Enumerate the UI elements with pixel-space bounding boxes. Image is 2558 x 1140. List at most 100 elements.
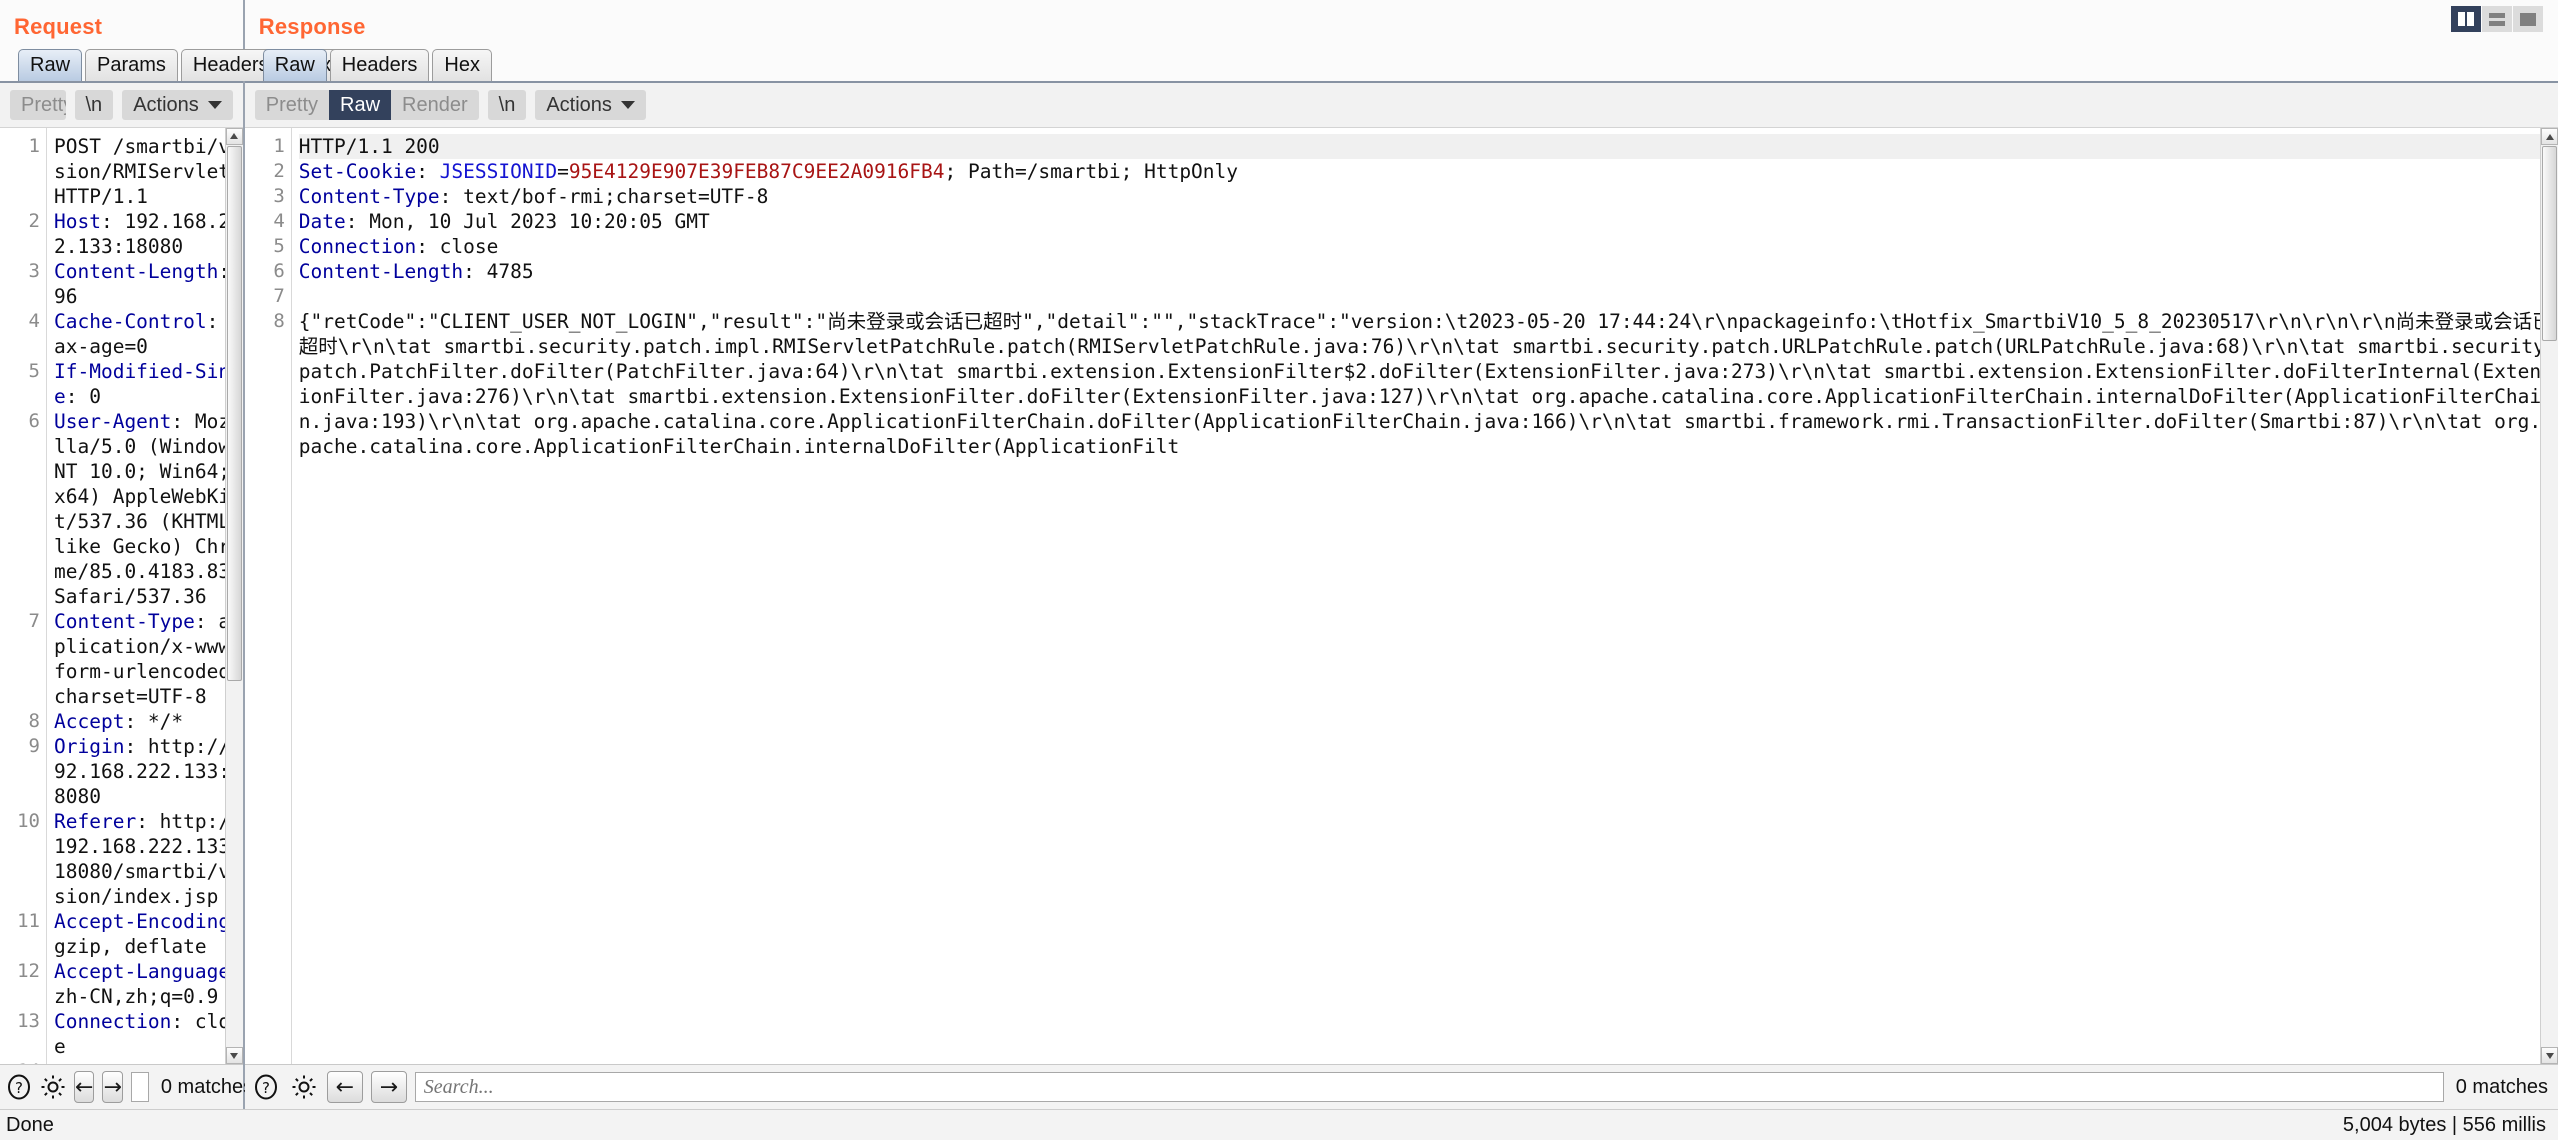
response-scroll-up-arrow[interactable] — [2541, 128, 2558, 145]
response-search-input[interactable] — [414, 1072, 2444, 1102]
code-span: Connection — [298, 235, 417, 258]
request-actions-dropdown[interactable]: Actions — [122, 89, 233, 120]
code-span: Referer — [54, 809, 137, 833]
line-number: 13 — [17, 1009, 40, 1032]
code-line: Content-Type: application/x-www-form-url… — [54, 609, 243, 709]
code-span: JSESSIONID — [439, 160, 558, 183]
settings-icon[interactable] — [289, 1072, 319, 1102]
code-span: : — [416, 160, 440, 183]
code-span: Cache-Control — [54, 309, 207, 333]
code-span: Accept — [54, 709, 125, 733]
settings-icon[interactable] — [40, 1072, 66, 1102]
code-span: : Mon, 10 Jul 2023 10:20:05 GMT — [345, 210, 710, 233]
response-actions-dropdown[interactable]: Actions — [535, 90, 646, 120]
response-scroll-thumb[interactable] — [2542, 146, 2557, 341]
response-render-button[interactable]: Render — [391, 90, 479, 120]
svg-text:?: ? — [262, 1079, 270, 1097]
status-left-text: Done — [6, 1113, 54, 1136]
code-line: Content-Type: text/bof-rmi;charset=UTF-8 — [299, 184, 2558, 209]
burp-message-editor: Request Raw Params Headers Hex Pretty Ra… — [0, 0, 2558, 1140]
code-span: Content-Length — [298, 260, 464, 283]
tab-request-params[interactable]: Params — [85, 49, 178, 81]
status-right-text: 5,004 bytes | 556 millis — [2342, 1113, 2546, 1136]
next-match-button[interactable]: → — [370, 1071, 407, 1103]
help-icon[interactable]: ? — [251, 1072, 281, 1102]
tab-response-raw[interactable]: Raw — [262, 49, 327, 81]
code-span: Accept-Encoding — [54, 909, 231, 933]
request-pane: Request Raw Params Headers Hex Pretty Ra… — [0, 0, 344, 1109]
tab-response-headers[interactable]: Headers — [329, 49, 430, 81]
code-line: Referer: http://192.168.222.133:18080/sm… — [54, 809, 243, 909]
code-line: Content-Length: 96 — [54, 259, 243, 309]
request-vertical-scrollbar[interactable] — [224, 127, 243, 1064]
request-editor[interactable]: 123456789101112131415 POST /smartbi/visi… — [0, 127, 243, 1064]
request-scroll-up-arrow[interactable] — [225, 127, 243, 145]
layout-toggle-group — [2451, 6, 2544, 32]
code-line: Set-Cookie: JSESSIONID=95E4129E907E39FEB… — [299, 159, 2558, 184]
help-icon[interactable]: ? — [6, 1072, 32, 1102]
response-code[interactable]: HTTP/1.1 200 Set-Cookie: JSESSIONID=95E41… — [292, 128, 2558, 1064]
tab-response-hex[interactable]: Hex — [432, 49, 492, 81]
line-number: 2 — [28, 209, 40, 232]
code-line: Connection: close — [54, 1009, 243, 1059]
line-number: 5 — [28, 359, 40, 382]
svg-text:?: ? — [15, 1079, 23, 1097]
tab-request-raw[interactable]: Raw — [18, 49, 83, 81]
status-bar: Done 5,004 bytes | 556 millis — [0, 1109, 2558, 1140]
code-span: : Mozilla/5.0 (Windows NT 10.0; Win64; x… — [54, 409, 242, 608]
code-span: 95E4129E907E39FEB87C9EE2A0916FB4 — [568, 160, 945, 183]
code-span: : close — [416, 235, 499, 258]
code-span: Content-Type — [54, 609, 195, 633]
code-line: Accept-Language: zh-CN,zh;q=0.9 — [54, 959, 243, 1009]
response-raw-button[interactable]: Raw — [329, 90, 392, 120]
code-span: : text/bof-rmi;charset=UTF-8 — [439, 185, 769, 208]
response-actions-label: Actions — [546, 94, 612, 116]
request-search-input[interactable] — [130, 1072, 149, 1102]
code-span: = — [557, 160, 569, 183]
code-span: Content-Type — [298, 185, 440, 208]
code-line: Cache-Control: max-age=0 — [54, 309, 243, 359]
code-line: Accept-Encoding: gzip, deflate — [54, 909, 243, 959]
response-toolbar: Pretty Raw Render \n Actions — [244, 83, 2558, 128]
code-line: Origin: http://192.168.222.133:18080 — [54, 734, 243, 809]
response-pretty-button[interactable]: Pretty — [255, 90, 329, 120]
response-vertical-scrollbar[interactable] — [2540, 128, 2558, 1064]
response-editor[interactable]: 1 2 3 4 5 6 7 8 HTTP/1.1 200 Set-Cookie: JSESSIO… — [244, 128, 2558, 1064]
line-number: 10 — [17, 809, 40, 832]
line-number: 8 — [273, 310, 285, 332]
request-newline-button[interactable]: \n — [74, 89, 114, 120]
request-pretty-button[interactable]: Pretty — [10, 90, 66, 120]
request-title: Request — [14, 14, 103, 39]
layout-single-button[interactable] — [2513, 6, 2544, 32]
response-scroll-down-arrow[interactable] — [2541, 1047, 2558, 1064]
code-line: User-Agent: Mozilla/5.0 (Windows NT 10.0… — [54, 409, 243, 609]
response-line-numbers: 1 2 3 4 5 6 7 8 — [244, 128, 292, 1064]
code-line: If-Modified-Since: 0 — [54, 359, 243, 409]
request-search-bar: ? ← → 0 matches — [0, 1064, 253, 1109]
line-number: 12 — [17, 959, 40, 982]
code-span: POST /smartbi/vision/RMIServlet HTTP/1.1 — [54, 134, 242, 208]
code-span: ; Path=/smartbi; HttpOnly — [944, 160, 1239, 183]
layout-stacked-button[interactable] — [2482, 6, 2513, 32]
next-match-button[interactable]: → — [102, 1071, 123, 1103]
prev-match-button[interactable]: ← — [74, 1071, 95, 1103]
request-header: Request Raw Params Headers Hex — [0, 0, 344, 81]
layout-side-by-side-button[interactable] — [2451, 6, 2482, 32]
code-span: Date — [298, 210, 346, 233]
response-newline-button[interactable]: \n — [487, 90, 527, 120]
response-view-mode-group: Pretty Raw Render — [254, 90, 479, 120]
request-code[interactable]: POST /smartbi/vision/RMIServlet HTTP/1.1… — [47, 128, 243, 1064]
code-span: HTTP/1.1 200 — [298, 135, 440, 158]
line-number: 1 — [28, 134, 40, 157]
request-scroll-down-arrow[interactable] — [225, 1047, 243, 1064]
prev-match-button[interactable]: ← — [326, 1071, 363, 1103]
request-scroll-thumb[interactable] — [226, 145, 242, 681]
line-number: 3 — [273, 185, 285, 207]
line-number: 14 — [0, 1059, 40, 1064]
response-match-count: 0 matches — [2455, 1075, 2548, 1098]
code-span: Connection — [54, 1009, 172, 1033]
request-tab-strip: Raw Params Headers Hex — [14, 49, 344, 81]
line-number: 7 — [28, 609, 40, 632]
